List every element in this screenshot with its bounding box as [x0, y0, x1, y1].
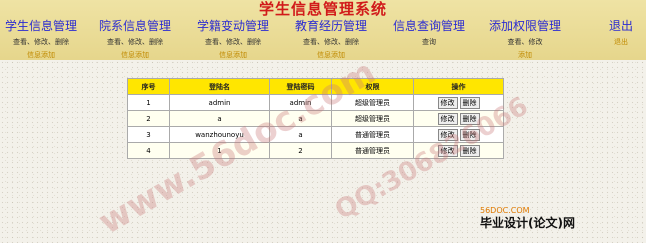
delete-button[interactable]: 删除 — [459, 96, 480, 109]
nav-add-permission[interactable]: 添加 — [484, 50, 566, 60]
nav-department: 院系信息管理 查看、修改、删除 信息添加 — [94, 17, 176, 60]
nav-link-education[interactable]: 教育经历管理 — [290, 17, 372, 34]
cell-role: 普通管理员 — [331, 126, 414, 143]
cell-role: 普通管理员 — [331, 142, 414, 159]
nav-student: 学生信息管理 查看、修改、删除 信息添加 — [2, 17, 80, 60]
col-header-no: 序号 — [127, 78, 170, 95]
nav-link-query[interactable]: 信息查询管理 — [388, 17, 470, 34]
nav-add-student[interactable]: 信息添加 — [2, 50, 80, 60]
nav-link-department[interactable]: 院系信息管理 — [94, 17, 176, 34]
nav-permission: 添加权限管理 查看、修改 添加 — [484, 17, 566, 60]
site-logo-label: 毕业设计(论文)网 — [480, 216, 575, 230]
cell-no: 2 — [127, 110, 170, 127]
nav-sub-student[interactable]: 查看、修改、删除 — [2, 37, 80, 47]
nav-link-student[interactable]: 学生信息管理 — [2, 17, 80, 34]
cell-no: 4 — [127, 142, 170, 159]
nav-status: 学籍变动管理 查看、修改、删除 信息添加 — [192, 17, 274, 60]
nav-sub-education[interactable]: 查看、修改、删除 — [290, 37, 372, 47]
nav-add-status[interactable]: 信息添加 — [192, 50, 274, 60]
cell-login: admin — [169, 94, 270, 111]
nav-sub-query[interactable]: 查询 — [388, 37, 470, 47]
nav-query: 信息查询管理 查询 — [388, 17, 470, 50]
header-bar: 学生信息管理系统 学生信息管理 查看、修改、删除 信息添加 院系信息管理 查看、… — [0, 0, 646, 60]
col-header-actions: 操作 — [413, 78, 504, 95]
col-header-login: 登陆名 — [169, 78, 270, 95]
cell-role: 超级管理员 — [331, 110, 414, 127]
nav-add-department[interactable]: 信息添加 — [94, 50, 176, 60]
nav-logout: 退出 退出 — [604, 17, 638, 47]
nav-sub-status[interactable]: 查看、修改、删除 — [192, 37, 274, 47]
nav-link-logout[interactable]: 退出 — [604, 17, 638, 34]
cell-no: 3 — [127, 126, 170, 143]
nav-link-status[interactable]: 学籍变动管理 — [192, 17, 274, 34]
nav-sub-permission[interactable]: 查看、修改 — [484, 37, 566, 47]
edit-button[interactable]: 修改 — [437, 112, 458, 125]
edit-button[interactable]: 修改 — [437, 96, 458, 109]
nav-link-permission[interactable]: 添加权限管理 — [484, 17, 566, 34]
nav-sub-department[interactable]: 查看、修改、删除 — [94, 37, 176, 47]
nav-exit-logout[interactable]: 退出 — [604, 37, 638, 47]
cell-no: 1 — [127, 94, 170, 111]
